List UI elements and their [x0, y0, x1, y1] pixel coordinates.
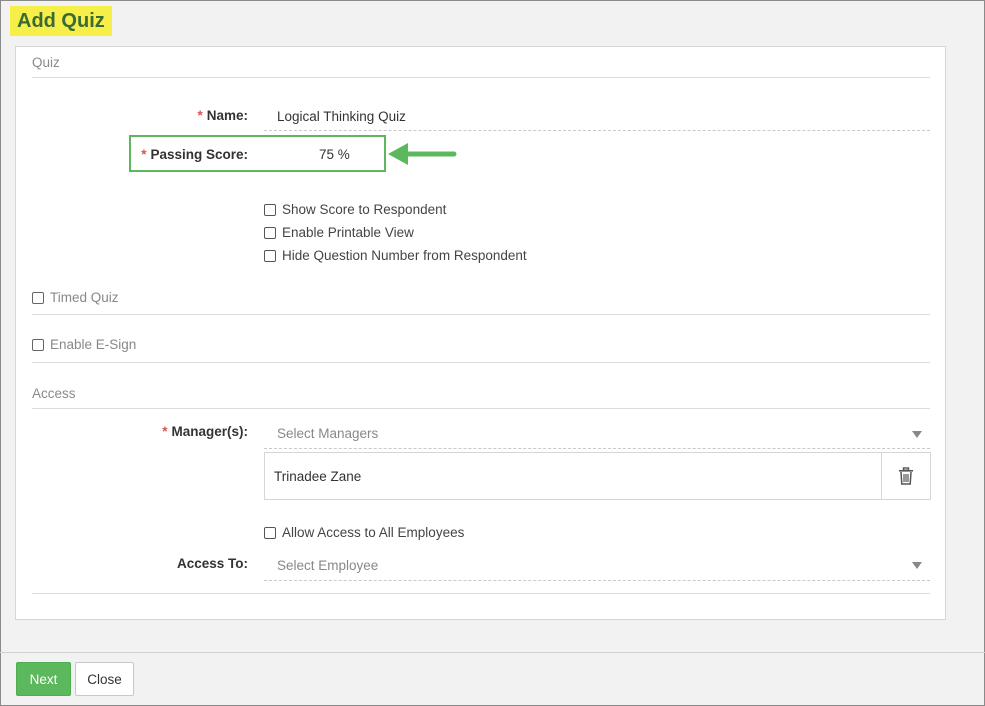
access-to-chevron-down-icon[interactable]: [912, 562, 922, 569]
access-divider: [32, 408, 930, 409]
remove-manager-button[interactable]: [881, 453, 930, 499]
passing-score-highlight: [129, 135, 386, 172]
page-title: Add Quiz: [17, 9, 105, 32]
managers-chevron-down-icon[interactable]: [912, 431, 922, 438]
form-card: Quiz * Name: Logical Thinking Quiz * Passi…: [15, 46, 946, 620]
name-input-underline: [264, 130, 930, 131]
timed-quiz-checkbox[interactable]: [32, 291, 44, 304]
footer-divider: [0, 652, 985, 653]
esign-option[interactable]: Enable E-Sign: [32, 337, 136, 352]
timed-quiz-label: Timed Quiz: [50, 290, 119, 305]
quiz-section-heading: Quiz: [32, 55, 60, 70]
next-button[interactable]: Next: [16, 662, 71, 696]
access-to-select[interactable]: Select Employee: [277, 558, 378, 573]
allow-all-employees-checkbox[interactable]: [264, 526, 276, 539]
managers-label-text: Manager(s):: [171, 424, 248, 439]
selected-manager-row: Trinadee Zane: [264, 452, 931, 500]
required-asterisk: *: [197, 108, 203, 123]
managers-select-underline: [264, 448, 930, 449]
hide-question-number-label: Hide Question Number from Respondent: [282, 248, 527, 263]
access-to-select-underline: [264, 580, 930, 581]
timed-quiz-divider: [32, 314, 930, 315]
form-bottom-divider: [32, 593, 930, 594]
annotation-arrow-icon: [388, 143, 457, 165]
access-to-label: Access To:: [176, 556, 248, 571]
title-highlight: Add Quiz: [10, 6, 112, 36]
printable-view-option[interactable]: Enable Printable View: [264, 225, 414, 240]
printable-view-checkbox[interactable]: [264, 226, 276, 239]
access-section-heading: Access: [32, 386, 76, 401]
show-score-option[interactable]: Show Score to Respondent: [264, 202, 446, 217]
esign-label: Enable E-Sign: [50, 337, 137, 352]
printable-view-label: Enable Printable View: [282, 225, 414, 240]
name-label: * Name:: [197, 108, 248, 123]
close-button[interactable]: Close: [75, 662, 134, 696]
timed-quiz-option[interactable]: Timed Quiz: [32, 290, 119, 305]
hide-question-number-option[interactable]: Hide Question Number from Respondent: [264, 248, 527, 263]
show-score-checkbox[interactable]: [264, 203, 276, 216]
esign-checkbox[interactable]: [32, 338, 44, 351]
name-input[interactable]: Logical Thinking Quiz: [277, 109, 406, 124]
show-score-label: Show Score to Respondent: [282, 202, 447, 217]
esign-divider: [32, 362, 930, 363]
managers-select[interactable]: Select Managers: [277, 426, 378, 441]
managers-label: * Manager(s):: [162, 424, 248, 439]
allow-all-employees-option[interactable]: Allow Access to All Employees: [264, 525, 464, 540]
trash-icon[interactable]: [898, 467, 914, 485]
selected-manager-name: Trinadee Zane: [274, 469, 362, 484]
required-asterisk: *: [162, 424, 168, 439]
allow-all-employees-label: Allow Access to All Employees: [282, 525, 465, 540]
name-label-text: Name:: [206, 108, 248, 123]
quiz-divider: [32, 77, 930, 78]
hide-question-number-checkbox[interactable]: [264, 249, 276, 262]
